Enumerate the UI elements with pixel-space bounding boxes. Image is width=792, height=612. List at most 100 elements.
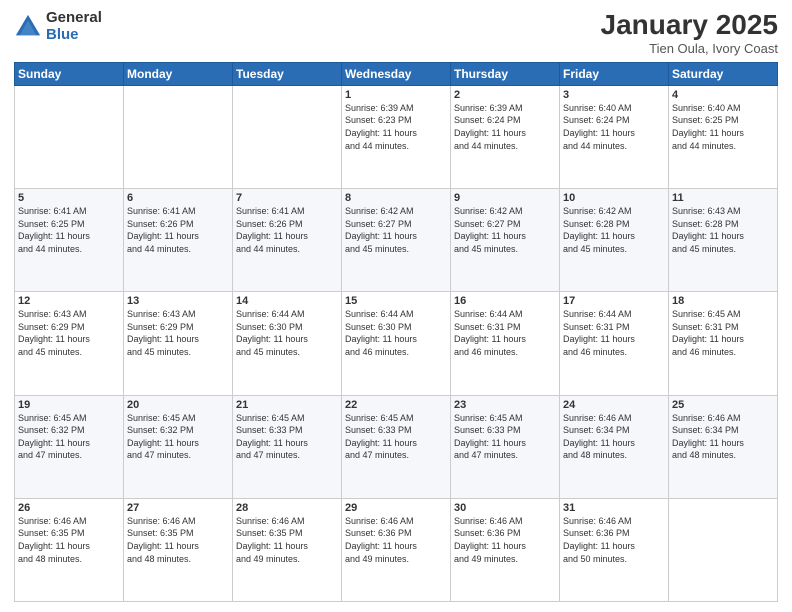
day-number: 8 [345,192,447,204]
day-info: Sunrise: 6:43 AM Sunset: 6:29 PM Dayligh… [18,308,120,358]
day-info: Sunrise: 6:43 AM Sunset: 6:28 PM Dayligh… [672,205,774,255]
day-info: Sunrise: 6:45 AM Sunset: 6:31 PM Dayligh… [672,308,774,358]
logo-text: General Blue [46,10,102,43]
calendar-week-row: 26Sunrise: 6:46 AM Sunset: 6:35 PM Dayli… [15,498,778,601]
day-number: 28 [236,502,338,514]
day-number: 27 [127,502,229,514]
calendar: SundayMondayTuesdayWednesdayThursdayFrid… [14,62,778,602]
title-block: January 2025 Tien Oula, Ivory Coast [601,10,778,56]
calendar-cell: 10Sunrise: 6:42 AM Sunset: 6:28 PM Dayli… [560,189,669,292]
day-info: Sunrise: 6:42 AM Sunset: 6:28 PM Dayligh… [563,205,665,255]
day-info: Sunrise: 6:39 AM Sunset: 6:24 PM Dayligh… [454,102,556,152]
day-number: 23 [454,399,556,411]
calendar-week-row: 12Sunrise: 6:43 AM Sunset: 6:29 PM Dayli… [15,292,778,395]
calendar-cell: 25Sunrise: 6:46 AM Sunset: 6:34 PM Dayli… [669,395,778,498]
day-number: 19 [18,399,120,411]
calendar-cell: 14Sunrise: 6:44 AM Sunset: 6:30 PM Dayli… [233,292,342,395]
day-number: 15 [345,295,447,307]
day-number: 14 [236,295,338,307]
logo-blue: Blue [46,27,102,44]
calendar-cell: 11Sunrise: 6:43 AM Sunset: 6:28 PM Dayli… [669,189,778,292]
day-info: Sunrise: 6:46 AM Sunset: 6:35 PM Dayligh… [236,515,338,565]
calendar-cell: 13Sunrise: 6:43 AM Sunset: 6:29 PM Dayli… [124,292,233,395]
day-info: Sunrise: 6:40 AM Sunset: 6:24 PM Dayligh… [563,102,665,152]
day-header-tuesday: Tuesday [233,62,342,85]
day-number: 21 [236,399,338,411]
day-number: 25 [672,399,774,411]
day-number: 31 [563,502,665,514]
page: General Blue January 2025 Tien Oula, Ivo… [0,0,792,612]
calendar-cell: 29Sunrise: 6:46 AM Sunset: 6:36 PM Dayli… [342,498,451,601]
calendar-cell: 5Sunrise: 6:41 AM Sunset: 6:25 PM Daylig… [15,189,124,292]
day-number: 10 [563,192,665,204]
calendar-cell: 15Sunrise: 6:44 AM Sunset: 6:30 PM Dayli… [342,292,451,395]
calendar-cell: 3Sunrise: 6:40 AM Sunset: 6:24 PM Daylig… [560,85,669,188]
day-info: Sunrise: 6:45 AM Sunset: 6:32 PM Dayligh… [127,412,229,462]
calendar-cell: 24Sunrise: 6:46 AM Sunset: 6:34 PM Dayli… [560,395,669,498]
day-number: 1 [345,89,447,101]
day-info: Sunrise: 6:46 AM Sunset: 6:36 PM Dayligh… [563,515,665,565]
calendar-cell: 4Sunrise: 6:40 AM Sunset: 6:25 PM Daylig… [669,85,778,188]
day-number: 9 [454,192,556,204]
month-title: January 2025 [601,10,778,41]
day-number: 7 [236,192,338,204]
day-info: Sunrise: 6:39 AM Sunset: 6:23 PM Dayligh… [345,102,447,152]
day-number: 13 [127,295,229,307]
day-number: 29 [345,502,447,514]
calendar-cell [233,85,342,188]
calendar-cell: 22Sunrise: 6:45 AM Sunset: 6:33 PM Dayli… [342,395,451,498]
day-number: 6 [127,192,229,204]
day-number: 12 [18,295,120,307]
day-number: 2 [454,89,556,101]
day-number: 22 [345,399,447,411]
calendar-cell: 8Sunrise: 6:42 AM Sunset: 6:27 PM Daylig… [342,189,451,292]
day-info: Sunrise: 6:42 AM Sunset: 6:27 PM Dayligh… [454,205,556,255]
calendar-header-row: SundayMondayTuesdayWednesdayThursdayFrid… [15,62,778,85]
day-info: Sunrise: 6:41 AM Sunset: 6:26 PM Dayligh… [127,205,229,255]
logo: General Blue [14,10,102,43]
header: General Blue January 2025 Tien Oula, Ivo… [14,10,778,56]
day-info: Sunrise: 6:45 AM Sunset: 6:33 PM Dayligh… [236,412,338,462]
logo-icon [14,13,42,41]
calendar-cell: 18Sunrise: 6:45 AM Sunset: 6:31 PM Dayli… [669,292,778,395]
calendar-cell: 26Sunrise: 6:46 AM Sunset: 6:35 PM Dayli… [15,498,124,601]
day-info: Sunrise: 6:44 AM Sunset: 6:31 PM Dayligh… [454,308,556,358]
calendar-cell: 28Sunrise: 6:46 AM Sunset: 6:35 PM Dayli… [233,498,342,601]
calendar-cell: 31Sunrise: 6:46 AM Sunset: 6:36 PM Dayli… [560,498,669,601]
day-info: Sunrise: 6:45 AM Sunset: 6:33 PM Dayligh… [454,412,556,462]
day-info: Sunrise: 6:46 AM Sunset: 6:36 PM Dayligh… [345,515,447,565]
day-header-saturday: Saturday [669,62,778,85]
calendar-cell: 20Sunrise: 6:45 AM Sunset: 6:32 PM Dayli… [124,395,233,498]
calendar-cell: 6Sunrise: 6:41 AM Sunset: 6:26 PM Daylig… [124,189,233,292]
day-info: Sunrise: 6:45 AM Sunset: 6:32 PM Dayligh… [18,412,120,462]
day-header-wednesday: Wednesday [342,62,451,85]
calendar-week-row: 5Sunrise: 6:41 AM Sunset: 6:25 PM Daylig… [15,189,778,292]
day-info: Sunrise: 6:46 AM Sunset: 6:36 PM Dayligh… [454,515,556,565]
day-number: 24 [563,399,665,411]
calendar-cell [124,85,233,188]
day-header-sunday: Sunday [15,62,124,85]
calendar-cell: 12Sunrise: 6:43 AM Sunset: 6:29 PM Dayli… [15,292,124,395]
day-info: Sunrise: 6:45 AM Sunset: 6:33 PM Dayligh… [345,412,447,462]
day-number: 26 [18,502,120,514]
calendar-week-row: 19Sunrise: 6:45 AM Sunset: 6:32 PM Dayli… [15,395,778,498]
day-header-thursday: Thursday [451,62,560,85]
day-number: 4 [672,89,774,101]
day-number: 17 [563,295,665,307]
day-number: 30 [454,502,556,514]
day-header-friday: Friday [560,62,669,85]
calendar-cell: 27Sunrise: 6:46 AM Sunset: 6:35 PM Dayli… [124,498,233,601]
calendar-cell: 2Sunrise: 6:39 AM Sunset: 6:24 PM Daylig… [451,85,560,188]
day-info: Sunrise: 6:44 AM Sunset: 6:31 PM Dayligh… [563,308,665,358]
day-info: Sunrise: 6:41 AM Sunset: 6:26 PM Dayligh… [236,205,338,255]
day-number: 16 [454,295,556,307]
calendar-cell: 7Sunrise: 6:41 AM Sunset: 6:26 PM Daylig… [233,189,342,292]
day-info: Sunrise: 6:46 AM Sunset: 6:35 PM Dayligh… [127,515,229,565]
day-info: Sunrise: 6:46 AM Sunset: 6:34 PM Dayligh… [672,412,774,462]
calendar-cell: 17Sunrise: 6:44 AM Sunset: 6:31 PM Dayli… [560,292,669,395]
calendar-week-row: 1Sunrise: 6:39 AM Sunset: 6:23 PM Daylig… [15,85,778,188]
location: Tien Oula, Ivory Coast [601,41,778,56]
day-info: Sunrise: 6:41 AM Sunset: 6:25 PM Dayligh… [18,205,120,255]
day-info: Sunrise: 6:46 AM Sunset: 6:35 PM Dayligh… [18,515,120,565]
day-number: 3 [563,89,665,101]
